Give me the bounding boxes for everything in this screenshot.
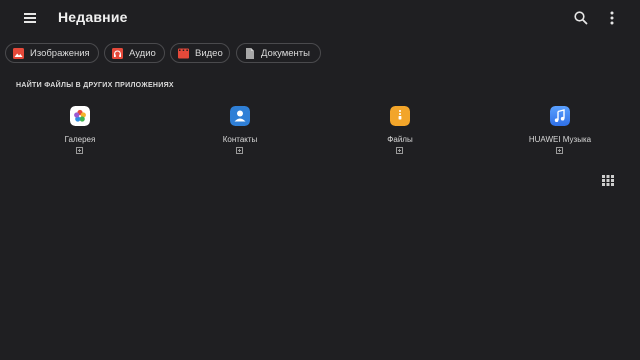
app-gallery[interactable]: Галерея xyxy=(20,106,140,158)
app-contacts-label: Контакты xyxy=(222,135,258,144)
page-title: Недавние xyxy=(58,9,128,25)
video-icon xyxy=(178,48,189,58)
apps-row: Галерея Контакты Файлы HUAWEI Музыка xyxy=(0,106,640,158)
files-icon xyxy=(390,106,410,126)
chip-documents[interactable]: Документы xyxy=(236,43,321,63)
app-huawei-music-label: HUAWEI Музыка xyxy=(528,135,592,144)
contacts-icon xyxy=(230,106,250,126)
toolbar: Недавние xyxy=(0,0,640,36)
document-icon xyxy=(246,47,254,59)
add-shortcut-icon[interactable] xyxy=(556,147,563,154)
more-vertical-icon[interactable] xyxy=(604,9,620,27)
app-contacts[interactable]: Контакты xyxy=(180,106,300,158)
grid-view-icon[interactable] xyxy=(602,173,614,186)
app-files-label: Файлы xyxy=(387,135,413,144)
add-shortcut-icon[interactable] xyxy=(396,147,403,154)
app-huawei-music[interactable]: HUAWEI Музыка xyxy=(500,106,620,158)
hamburger-menu-icon[interactable] xyxy=(20,9,40,27)
add-shortcut-icon[interactable] xyxy=(236,147,243,154)
chip-documents-label: Документы xyxy=(261,47,310,59)
files-app: Недавние Изображения Аудио Видео Докумен… xyxy=(0,0,640,360)
gallery-icon xyxy=(70,106,90,126)
image-icon xyxy=(13,47,24,59)
chip-video[interactable]: Видео xyxy=(170,43,230,63)
search-icon[interactable] xyxy=(572,9,590,27)
app-files[interactable]: Файлы xyxy=(340,106,460,158)
section-title: НАЙТИ ФАЙЛЫ В ДРУГИХ ПРИЛОЖЕНИЯХ xyxy=(16,82,174,89)
audio-icon xyxy=(112,47,123,59)
music-icon xyxy=(550,106,570,126)
chip-audio[interactable]: Аудио xyxy=(104,43,165,63)
chip-images-label: Изображения xyxy=(30,47,90,59)
chip-audio-label: Аудио xyxy=(129,47,156,59)
chip-images[interactable]: Изображения xyxy=(5,43,99,63)
app-gallery-label: Галерея xyxy=(64,135,96,144)
chip-video-label: Видео xyxy=(195,47,223,59)
add-shortcut-icon[interactable] xyxy=(76,147,83,154)
